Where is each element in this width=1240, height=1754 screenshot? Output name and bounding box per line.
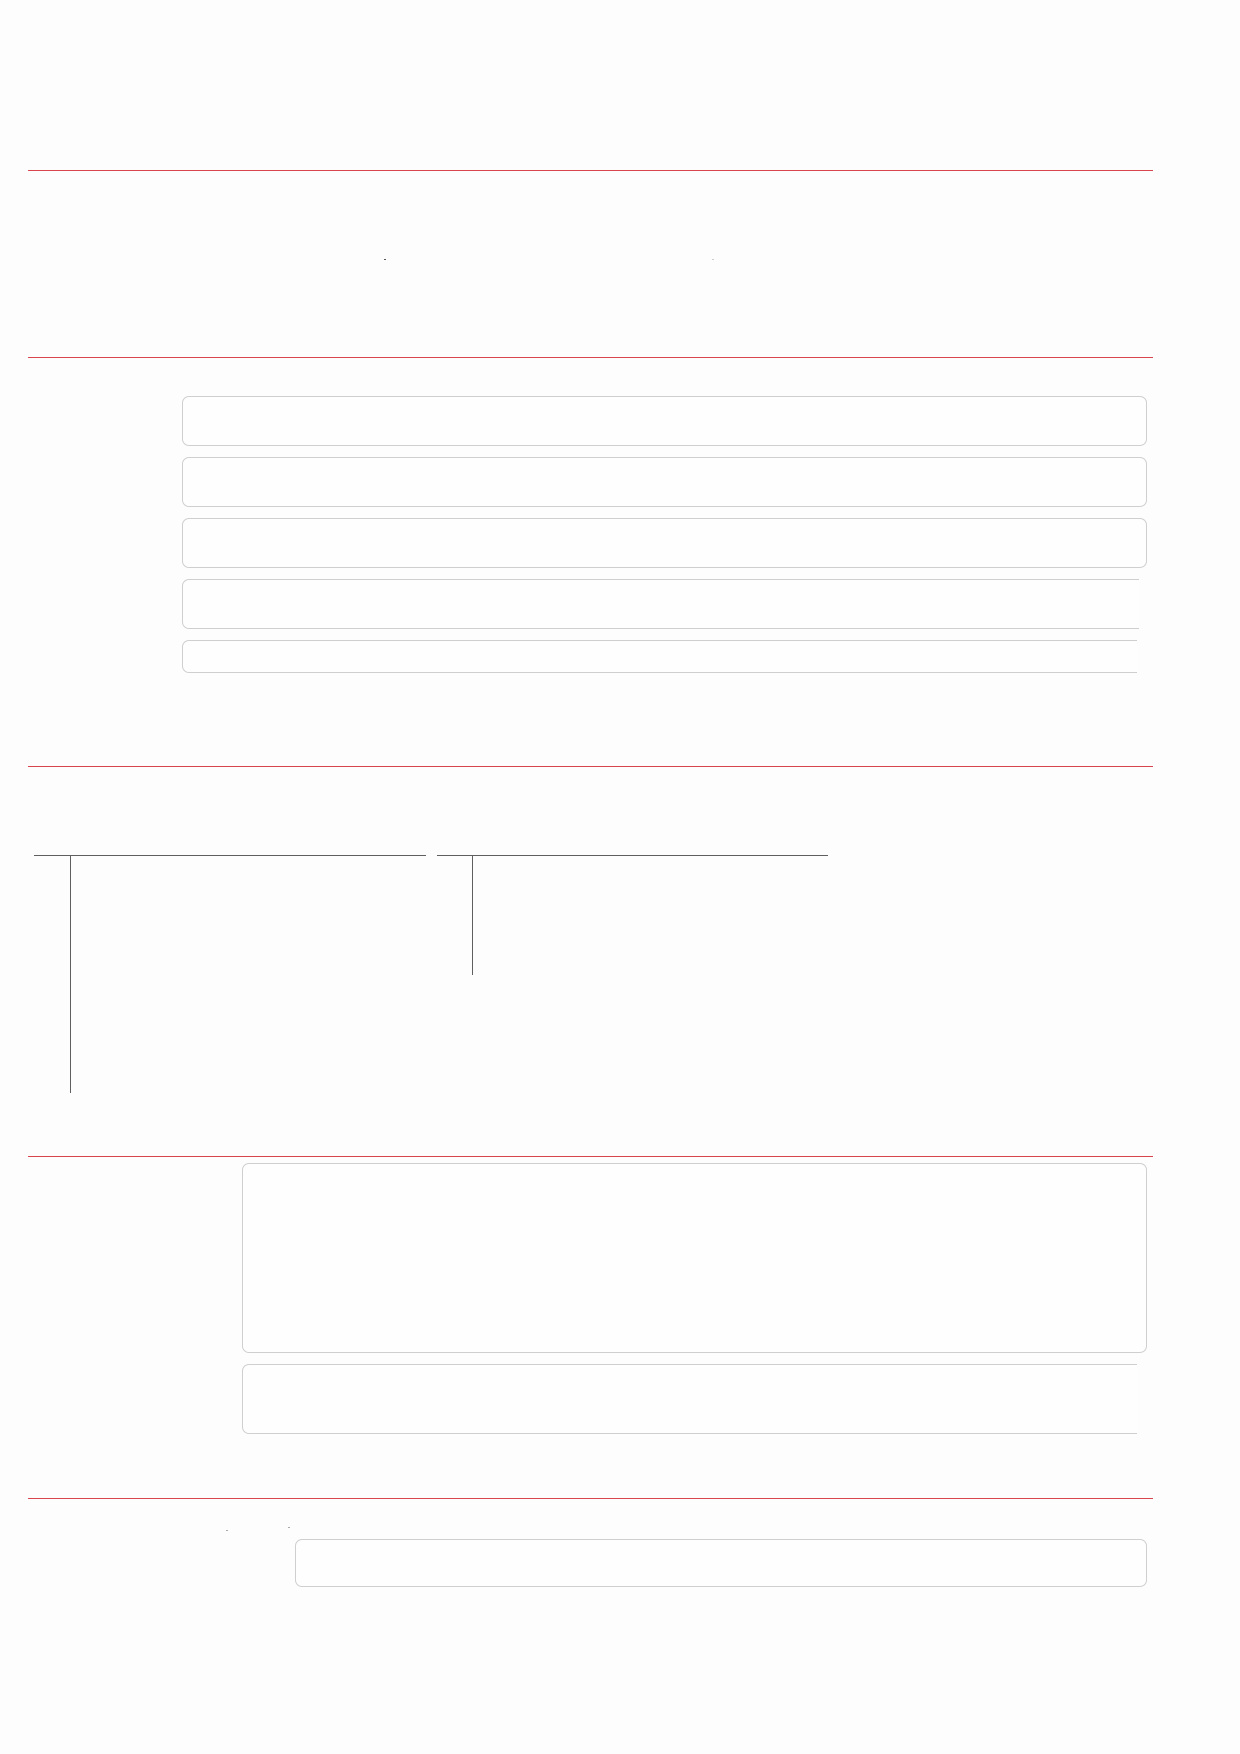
section-divider-5 [28, 1498, 1153, 1499]
text-field-5[interactable] [182, 640, 1137, 673]
section-divider-4 [28, 1156, 1153, 1157]
column-header-line-left [34, 855, 426, 856]
section-divider-3 [28, 766, 1153, 767]
text-field-1[interactable] [182, 396, 1147, 446]
column-divider-right [472, 856, 473, 975]
text-field-6[interactable] [242, 1364, 1137, 1434]
faint-mark [288, 1527, 290, 1528]
faint-mark [384, 259, 386, 260]
text-field-4[interactable] [182, 579, 1139, 629]
section-divider-2 [28, 357, 1153, 358]
text-field-2[interactable] [182, 457, 1147, 507]
faint-mark [226, 1530, 228, 1531]
column-divider-left [70, 856, 71, 1093]
text-field-3[interactable] [182, 518, 1147, 568]
faint-mark [712, 259, 714, 260]
column-header-line-right [437, 855, 828, 856]
text-field-7[interactable] [295, 1539, 1147, 1587]
text-area[interactable] [242, 1163, 1147, 1353]
section-divider-1 [28, 170, 1153, 171]
